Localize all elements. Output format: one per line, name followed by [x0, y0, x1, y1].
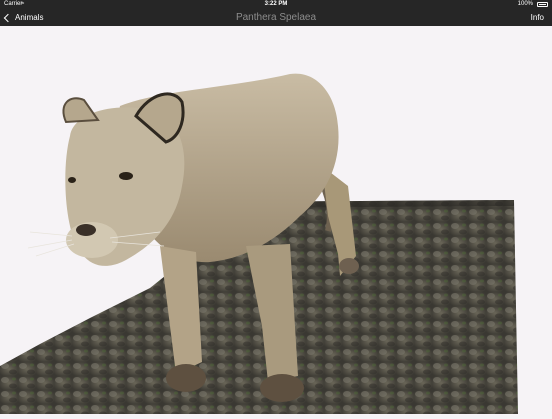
status-bar: Carrier ≈ 3:22 PM 100%	[0, 0, 552, 9]
animal-ear-left	[62, 97, 100, 124]
navigation-bar: Animals Panthera Spelaea Info	[0, 9, 552, 26]
3d-scene	[0, 73, 518, 414]
status-time: 3:22 PM	[264, 1, 288, 7]
animal-back-paw	[339, 258, 359, 274]
animal-eye-left	[68, 177, 76, 183]
battery-percentage: 100%	[517, 1, 533, 7]
animal-eye-right	[119, 172, 133, 180]
info-button[interactable]: Info	[531, 9, 544, 26]
animal-front-paw-right	[260, 374, 304, 402]
page-title: Panthera Spelaea	[235, 12, 317, 23]
animal-front-paw-left	[166, 364, 206, 392]
battery-icon	[537, 2, 548, 7]
3d-model-viewport[interactable]	[0, 26, 552, 414]
animal-nose	[76, 224, 96, 236]
